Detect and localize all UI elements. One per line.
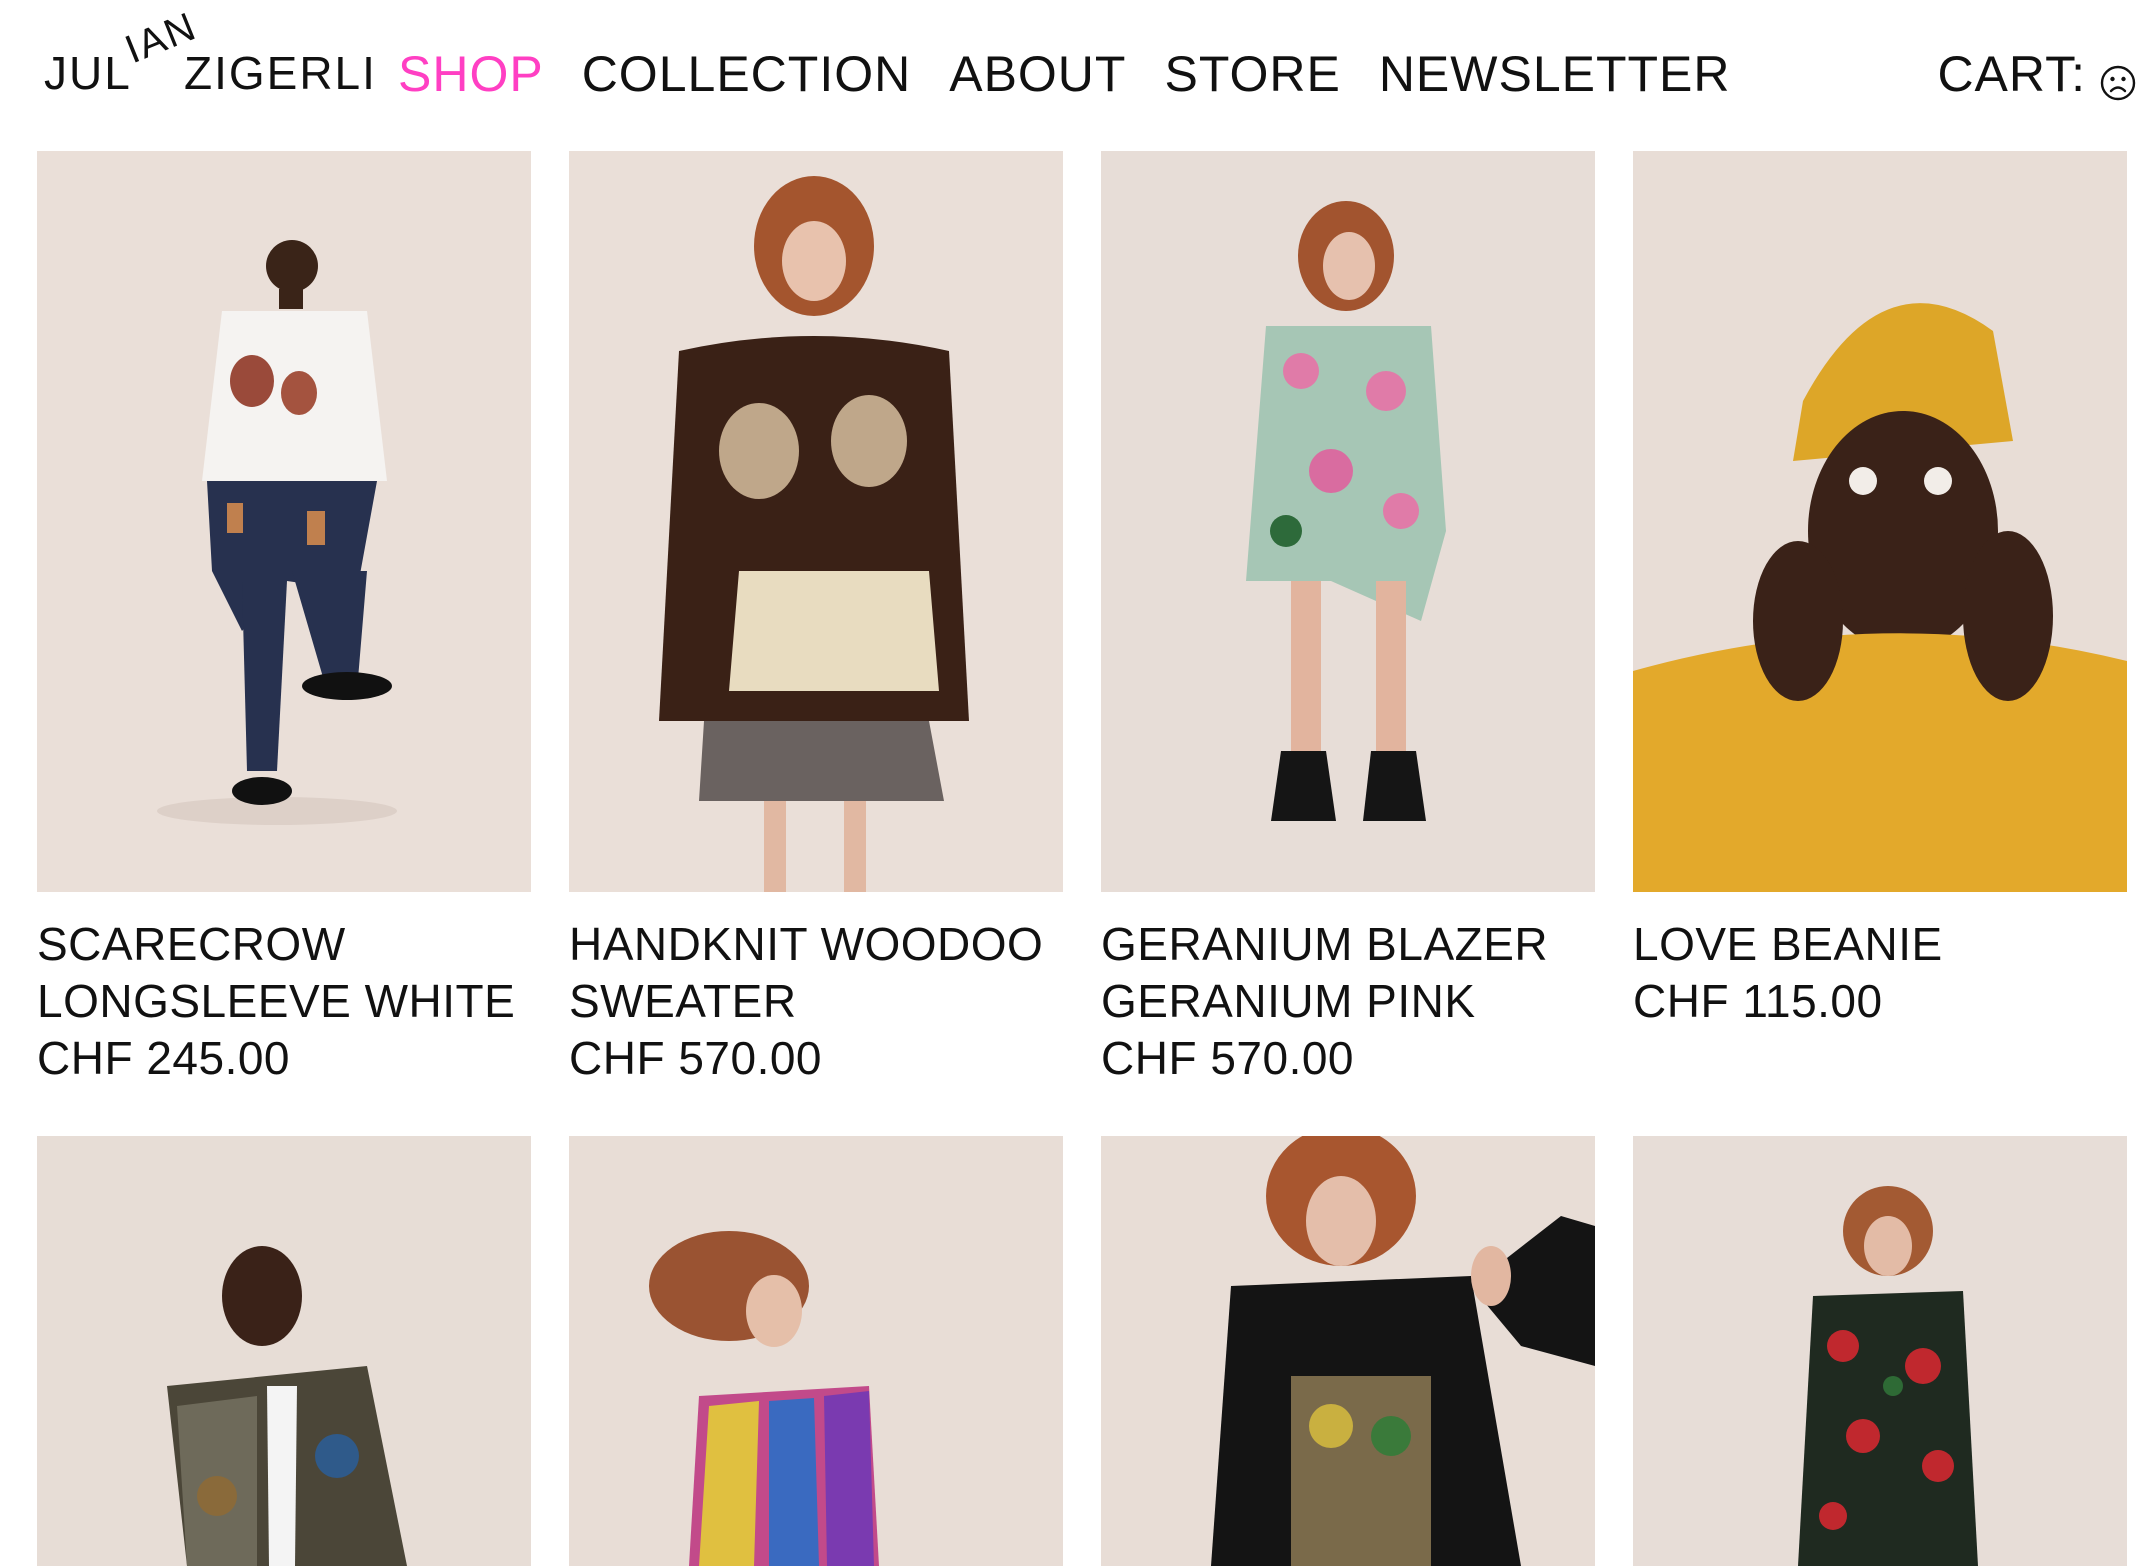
product-photo <box>1633 151 2127 892</box>
product-photo <box>37 1136 531 1566</box>
cart-link[interactable]: CART: <box>1937 46 2136 102</box>
cart-label: CART: <box>1937 46 2086 102</box>
brand-first-name: JUL <box>44 47 132 99</box>
brand-logo[interactable]: JUL IAN ZIGERLI <box>44 4 375 108</box>
site-header: JUL IAN ZIGERLI SHOP COLLECTION ABOUT ST… <box>0 0 2152 150</box>
product-grid: SCARECROW LONGSLEEVE WHITE CHF 245.00 HA… <box>37 151 2129 1566</box>
product-card[interactable] <box>1633 1136 2127 1566</box>
product-card[interactable] <box>37 1136 531 1566</box>
nav-store[interactable]: STORE <box>1164 46 1340 102</box>
sad-face-icon <box>2100 56 2136 101</box>
product-info: SCARECROW LONGSLEEVE WHITE CHF 245.00 <box>37 892 531 1087</box>
main-nav: SHOP COLLECTION ABOUT STORE NEWSLETTER <box>398 46 1769 102</box>
product-price: CHF 570.00 <box>1101 1032 1355 1084</box>
product-price: CHF 115.00 <box>1633 975 1883 1027</box>
product-card[interactable]: HANDKNIT WOODOO SWEATER CHF 570.00 <box>569 151 1063 1136</box>
brand-last-name: ZIGERLI <box>184 47 377 99</box>
product-card[interactable]: GERANIUM BLAZER GERANIUM PINK CHF 570.00 <box>1101 151 1595 1136</box>
product-photo <box>569 1136 1063 1566</box>
nav-about[interactable]: ABOUT <box>949 46 1126 102</box>
product-photo <box>1633 1136 2127 1566</box>
nav-newsletter[interactable]: NEWSLETTER <box>1379 46 1731 102</box>
product-name: HANDKNIT WOODOO SWEATER <box>569 918 1044 1027</box>
product-photo <box>1101 1136 1595 1566</box>
product-name: LOVE BEANIE <box>1633 918 1943 970</box>
product-price: CHF 570.00 <box>569 1032 823 1084</box>
product-card[interactable]: LOVE BEANIE CHF 115.00 <box>1633 151 2127 1136</box>
product-photo <box>37 151 531 892</box>
product-info: HANDKNIT WOODOO SWEATER CHF 570.00 <box>569 892 1063 1087</box>
product-name: GERANIUM BLAZER GERANIUM PINK <box>1101 918 1549 1027</box>
product-price: CHF 245.00 <box>37 1032 291 1084</box>
product-card[interactable]: SCARECROW LONGSLEEVE WHITE CHF 245.00 <box>37 151 531 1136</box>
nav-collection[interactable]: COLLECTION <box>582 46 912 102</box>
product-card[interactable] <box>1101 1136 1595 1566</box>
product-card[interactable] <box>569 1136 1063 1566</box>
product-photo <box>1101 151 1595 892</box>
product-photo <box>569 151 1063 892</box>
nav-shop[interactable]: SHOP <box>398 46 544 102</box>
product-info: GERANIUM BLAZER GERANIUM PINK CHF 570.00 <box>1101 892 1595 1087</box>
product-info: LOVE BEANIE CHF 115.00 <box>1633 892 2127 1030</box>
product-name: SCARECROW LONGSLEEVE WHITE <box>37 918 516 1027</box>
